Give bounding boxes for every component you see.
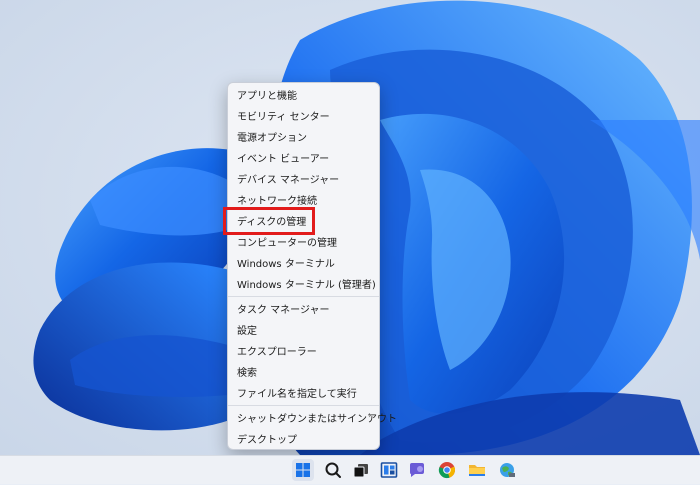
menu-item-desktop[interactable]: デスクトップ <box>228 428 381 449</box>
menu-item-label: デスクトップ <box>237 435 297 446</box>
chat-icon <box>410 463 424 477</box>
menu-item-label: ネットワーク接続 <box>237 196 317 207</box>
menu-item-label: Windows ターミナル (管理者) <box>237 280 376 291</box>
menu-item-label: 検索 <box>237 368 257 379</box>
menu-item-device-manager[interactable]: デバイス マネージャー <box>228 168 381 189</box>
menu-item-windows-terminal-admin[interactable]: Windows ターミナル (管理者) <box>228 273 381 294</box>
menu-item-label: Windows ターミナル <box>237 259 335 270</box>
menu-separator <box>228 296 379 297</box>
file-explorer-icon <box>469 465 485 476</box>
menu-item-power-options[interactable]: 電源オプション <box>228 126 381 147</box>
chat-button[interactable] <box>406 459 428 481</box>
menu-separator <box>228 405 379 406</box>
menu-item-label: エクスプローラー <box>237 347 317 358</box>
menu-item-shutdown-signout[interactable]: シャットダウンまたはサインアウト › <box>228 407 397 428</box>
menu-item-run[interactable]: ファイル名を指定して実行 <box>228 382 381 403</box>
menu-item-task-manager[interactable]: タスク マネージャー <box>228 298 381 319</box>
chevron-right-icon: › <box>368 410 372 421</box>
menu-item-label: モビリティ センター <box>237 112 330 123</box>
menu-item-apps-features[interactable]: アプリと機能 <box>228 84 381 105</box>
menu-item-settings[interactable]: 設定 <box>228 319 381 340</box>
menu-item-label: アプリと機能 <box>237 91 297 102</box>
menu-item-windows-terminal[interactable]: Windows ターミナル <box>228 252 381 273</box>
menu-item-file-explorer[interactable]: エクスプローラー <box>228 340 381 361</box>
menu-item-label: イベント ビューアー <box>237 154 330 165</box>
widgets-button[interactable] <box>378 459 400 481</box>
chrome-button[interactable] <box>436 459 458 481</box>
menu-item-label: デバイス マネージャー <box>237 175 340 186</box>
menu-item-search[interactable]: 検索 <box>228 361 381 382</box>
highlight-box <box>223 207 315 235</box>
taskbar <box>0 455 700 484</box>
menu-item-mobility-center[interactable]: モビリティ センター <box>228 105 381 126</box>
network-button[interactable] <box>496 459 518 481</box>
menu-item-label: 電源オプション <box>237 133 307 144</box>
start-icon <box>296 463 310 477</box>
menu-item-label: 設定 <box>237 326 257 337</box>
search-icon <box>325 462 341 478</box>
task-view-button[interactable] <box>350 459 372 481</box>
context-menu: アプリと機能 モビリティ センター 電源オプション イベント ビューアー デバイ… <box>227 82 397 450</box>
menu-item-label: タスク マネージャー <box>237 305 330 316</box>
menu-item-label: シャットダウンまたはサインアウト <box>237 414 397 425</box>
chrome-icon <box>438 462 456 479</box>
widgets-icon <box>380 462 398 478</box>
network-globe-icon <box>500 463 515 477</box>
start-button[interactable] <box>292 459 314 481</box>
file-explorer-button[interactable] <box>466 459 488 481</box>
task-view-icon <box>353 464 368 478</box>
search-button[interactable] <box>322 459 344 481</box>
menu-item-label: ファイル名を指定して実行 <box>237 389 357 400</box>
menu-item-event-viewer[interactable]: イベント ビューアー <box>228 147 381 168</box>
menu-item-label: コンピューターの管理 <box>237 238 337 249</box>
